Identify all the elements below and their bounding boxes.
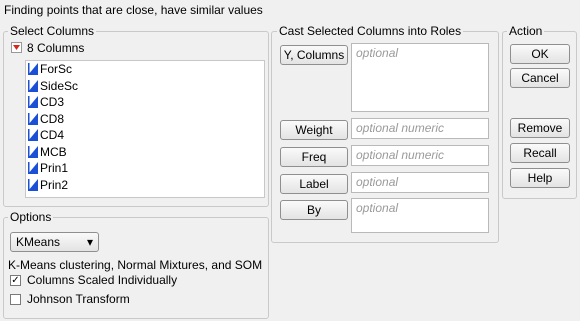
- continuous-column-icon: [28, 112, 38, 125]
- column-item[interactable]: CD3: [26, 94, 264, 111]
- recall-button[interactable]: Recall: [510, 143, 570, 163]
- continuous-column-icon: [28, 96, 38, 108]
- column-count-label: 8 Columns: [27, 41, 85, 55]
- column-item[interactable]: MCB: [26, 144, 264, 161]
- roles-title: Cast Selected Columns into Roles: [277, 24, 464, 38]
- ok-button[interactable]: OK: [510, 44, 570, 64]
- johnson-transform-label: Johnson Transform: [27, 292, 130, 306]
- dialog-description: Finding points that are close, have simi…: [4, 3, 263, 17]
- by-field[interactable]: optional: [351, 198, 489, 233]
- options-title: Options: [8, 210, 54, 224]
- label-button[interactable]: Label: [280, 174, 348, 194]
- column-item[interactable]: Prin1: [26, 160, 264, 177]
- continuous-column-icon: [28, 129, 38, 141]
- action-title: Action: [507, 24, 545, 38]
- columns-scaled-label: Columns Scaled Individually: [27, 273, 178, 287]
- column-item[interactable]: CD4: [26, 127, 264, 144]
- column-item[interactable]: Prin2: [26, 177, 264, 194]
- help-button[interactable]: Help: [510, 168, 570, 188]
- continuous-column-icon: [28, 162, 38, 174]
- freq-button[interactable]: Freq: [280, 147, 348, 167]
- dropdown-arrow-icon: ▾: [86, 235, 93, 249]
- column-item[interactable]: CD8: [26, 111, 264, 128]
- continuous-column-icon: [28, 145, 38, 158]
- y-columns-button[interactable]: Y, Columns: [280, 45, 348, 65]
- method-description: K-Means clustering, Normal Mixtures, and…: [8, 258, 263, 272]
- columns-scaled-checkbox[interactable]: ✓: [10, 275, 21, 286]
- johnson-transform-checkbox[interactable]: [10, 294, 21, 305]
- continuous-column-icon: [28, 79, 38, 92]
- method-select[interactable]: KMeans ▾: [10, 232, 99, 252]
- remove-button[interactable]: Remove: [510, 118, 570, 138]
- by-button[interactable]: By: [280, 200, 348, 220]
- method-select-value: KMeans: [16, 235, 61, 249]
- continuous-column-icon: [28, 63, 38, 75]
- select-columns-title: Select Columns: [8, 24, 97, 38]
- y-columns-field[interactable]: optional: [351, 43, 489, 112]
- column-list[interactable]: ForSc SideSc CD3 CD8 CD4 MCB Prin1 Prin2: [25, 60, 265, 198]
- disclosure-triangle-icon[interactable]: [11, 42, 22, 53]
- column-item[interactable]: SideSc: [26, 78, 264, 95]
- cancel-button[interactable]: Cancel: [510, 68, 570, 88]
- column-item[interactable]: ForSc: [26, 61, 264, 78]
- label-field[interactable]: optional: [351, 172, 489, 193]
- continuous-column-icon: [28, 178, 38, 191]
- freq-field[interactable]: optional numeric: [351, 145, 489, 166]
- weight-button[interactable]: Weight: [280, 120, 348, 140]
- weight-field[interactable]: optional numeric: [351, 118, 489, 139]
